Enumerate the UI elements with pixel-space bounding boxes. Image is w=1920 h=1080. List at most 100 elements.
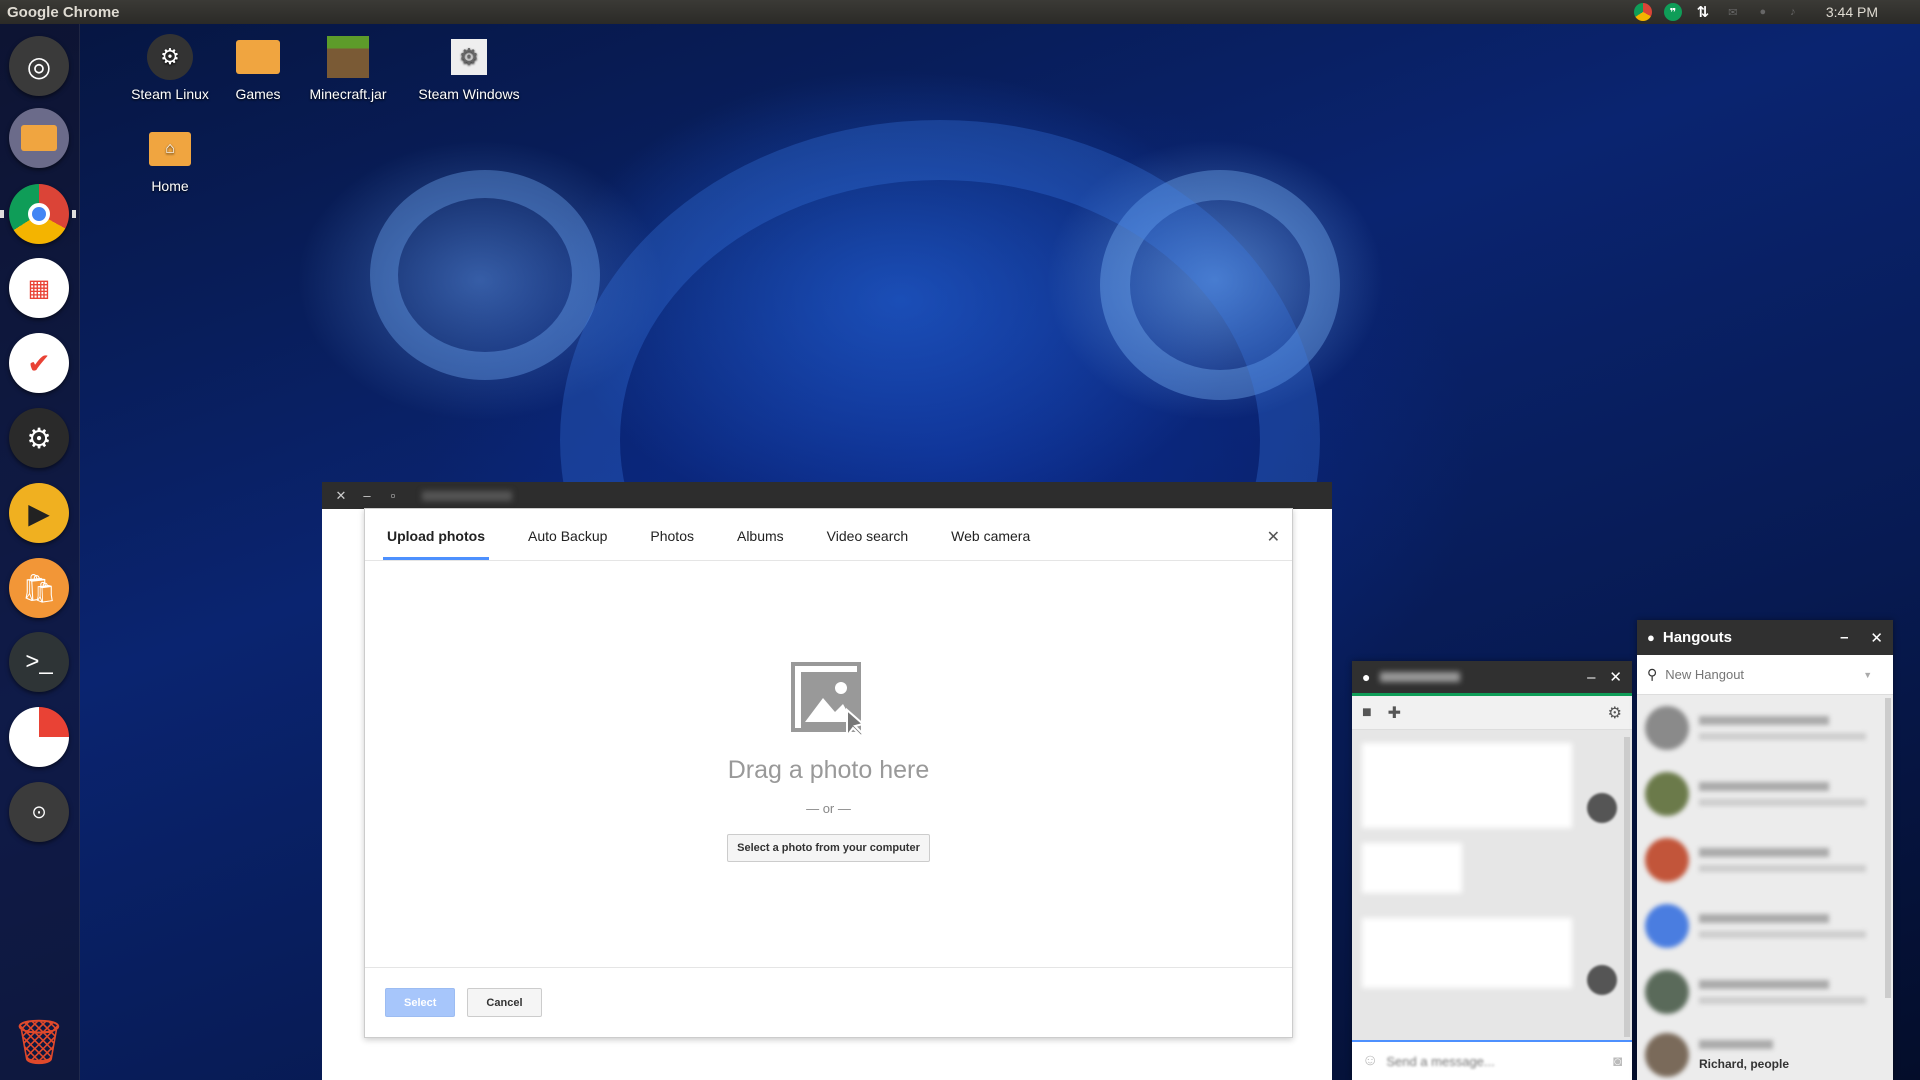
chevron-down-icon[interactable]: ▼ [1863, 670, 1872, 680]
tab-albums[interactable]: Albums [733, 528, 788, 560]
gear-icon[interactable]: ⚙ [1608, 703, 1622, 723]
emoji-icon[interactable]: ☺ [1362, 1052, 1378, 1070]
window-title-redacted [422, 490, 512, 501]
picker-footer: Select Cancel [365, 967, 1292, 1037]
new-hangout-input[interactable] [1665, 667, 1856, 682]
chat-messages [1352, 733, 1622, 1038]
close-icon[interactable]: ✕ [1870, 629, 1883, 647]
contact-item[interactable] [1637, 959, 1893, 1025]
volume-icon[interactable]: ♪ [1784, 3, 1802, 21]
desktop-icon-steam-windows[interactable]: ⚙ Steam Windows [414, 34, 524, 102]
trash-icon[interactable]: 🗑 [9, 1012, 69, 1072]
contact-item[interactable] [1637, 893, 1893, 959]
ubuntu-dash-icon[interactable]: ◎ [9, 36, 69, 96]
hangouts-icon: ● [1647, 630, 1655, 645]
tab-photos[interactable]: Photos [646, 528, 698, 560]
contact-item[interactable]: Richard, people [1637, 1025, 1893, 1080]
avatar [1645, 706, 1689, 750]
tab-web-camera[interactable]: Web camera [947, 528, 1034, 560]
picker-tabs: Upload photos Auto Backup Photos Albums … [365, 509, 1292, 561]
wallpaper-ring [370, 170, 600, 380]
settings-icon: ⚙ [446, 34, 492, 80]
chat-header[interactable]: ● – ✕ [1352, 661, 1632, 696]
drag-photo-text: Drag a photo here [727, 756, 930, 784]
minecraft-icon [325, 34, 371, 80]
photo-picker-window: ✕ – ▫ Upload photos Auto Backup Photos A… [322, 482, 1332, 1080]
apps-icon[interactable]: ▦ [9, 258, 69, 318]
hangout-chat-window: ● – ✕ ■ ✚ ⚙ ☺ ◙ [1352, 661, 1632, 1080]
avatar [1645, 970, 1689, 1014]
terminal-icon[interactable]: >_ [9, 632, 69, 692]
chat-input-bar: ☺ ◙ [1352, 1040, 1632, 1080]
select-button[interactable]: Select [385, 988, 456, 1017]
tasks-icon[interactable]: ✔ [9, 333, 69, 393]
camera-icon[interactable]: ◙ [1613, 1053, 1622, 1070]
contact-item[interactable] [1637, 761, 1893, 827]
player-icon[interactable]: ▶ [9, 483, 69, 543]
chat-toolbar: ■ ✚ ⚙ [1352, 696, 1632, 730]
desktop-icon-label: Steam Windows [418, 86, 520, 102]
toggle-settings-icon[interactable]: ⊙ [9, 782, 69, 842]
tab-auto-backup[interactable]: Auto Backup [524, 528, 611, 560]
chat-message [1362, 918, 1572, 988]
tab-upload-photos[interactable]: Upload photos [383, 528, 489, 560]
steam-icon[interactable]: ⚙ [9, 408, 69, 468]
minimize-icon[interactable]: – [1587, 669, 1595, 686]
close-icon[interactable]: ✕ [1267, 527, 1280, 547]
drag-photo-icon [790, 662, 865, 738]
desktop-icon-label: Minecraft.jar [309, 86, 387, 102]
video-call-icon[interactable]: ■ [1362, 704, 1372, 722]
active-app-title: Google Chrome [7, 3, 120, 21]
chat-scrollbar[interactable] [1624, 737, 1630, 1037]
chat-message [1362, 843, 1462, 893]
desktop-icon-label: Steam Linux [131, 86, 209, 102]
notification-icon[interactable]: ● [1754, 3, 1772, 21]
chat-contact-name-redacted [1380, 672, 1461, 682]
hangouts-header[interactable]: ● Hangouts – ✕ [1637, 620, 1893, 655]
files-icon[interactable] [9, 108, 69, 168]
avatar [1645, 1033, 1689, 1077]
chrome-icon[interactable] [1633, 3, 1652, 21]
tab-video-search[interactable]: Video search [823, 528, 912, 560]
avatar [1645, 838, 1689, 882]
active-indicator [72, 210, 76, 218]
contact-item[interactable] [1637, 695, 1893, 761]
desktop-icon-home[interactable]: ⌂ Home [115, 126, 225, 194]
close-icon[interactable]: ✕ [334, 488, 348, 504]
minimize-icon[interactable]: – [360, 488, 374, 503]
contact-item[interactable] [1637, 827, 1893, 893]
add-person-icon[interactable]: ✚ [1388, 703, 1401, 723]
launcher: ◎ ▦ ✔ ⚙ ▶ 🛍 >_ ⊙ 🗑 [0, 24, 80, 1080]
window-titlebar: ✕ – ▫ [322, 482, 1332, 509]
disk-icon[interactable] [9, 707, 69, 767]
desktop-icon-label: Games [235, 86, 281, 102]
close-icon[interactable]: ✕ [1609, 668, 1622, 686]
hangouts-search: ⚲ ▼ [1637, 655, 1893, 695]
hangouts-icon[interactable]: ❞ [1663, 3, 1682, 21]
system-tray: ❞ ⇅ ✉ ● ♪ 3:44 PM [1633, 0, 1920, 24]
avatar [1587, 793, 1617, 823]
contact-name: Richard, people [1699, 1056, 1790, 1071]
select-from-computer-button[interactable]: Select a photo from your computer [727, 834, 930, 862]
drop-zone[interactable]: Drag a photo here — or — Select a photo … [365, 562, 1292, 970]
software-center-icon[interactable]: 🛍 [9, 558, 69, 618]
home-folder-icon: ⌂ [147, 126, 193, 172]
network-icon[interactable]: ⇅ [1694, 3, 1712, 21]
maximize-icon[interactable]: ▫ [386, 488, 400, 503]
minimize-icon[interactable]: – [1840, 629, 1848, 646]
desktop-icon-minecraft[interactable]: Minecraft.jar [293, 34, 403, 102]
running-indicator [0, 210, 4, 218]
top-panel: Google Chrome ❞ ⇅ ✉ ● ♪ 3:44 PM [0, 0, 1920, 24]
search-icon: ⚲ [1647, 666, 1658, 682]
steam-icon: ⚙ [147, 34, 193, 80]
hangouts-title: Hangouts [1662, 629, 1733, 646]
mail-icon[interactable]: ✉ [1724, 3, 1742, 21]
folder-icon [235, 34, 281, 80]
chrome-icon[interactable] [9, 184, 69, 244]
clock[interactable]: 3:44 PM [1826, 4, 1878, 20]
hangouts-window: ● Hangouts – ✕ ⚲ ▼ Richard, people [1637, 620, 1893, 1080]
cancel-button[interactable]: Cancel [467, 988, 542, 1017]
message-input[interactable] [1386, 1053, 1587, 1069]
hangouts-scrollbar[interactable] [1885, 698, 1891, 998]
chat-message [1362, 743, 1572, 828]
